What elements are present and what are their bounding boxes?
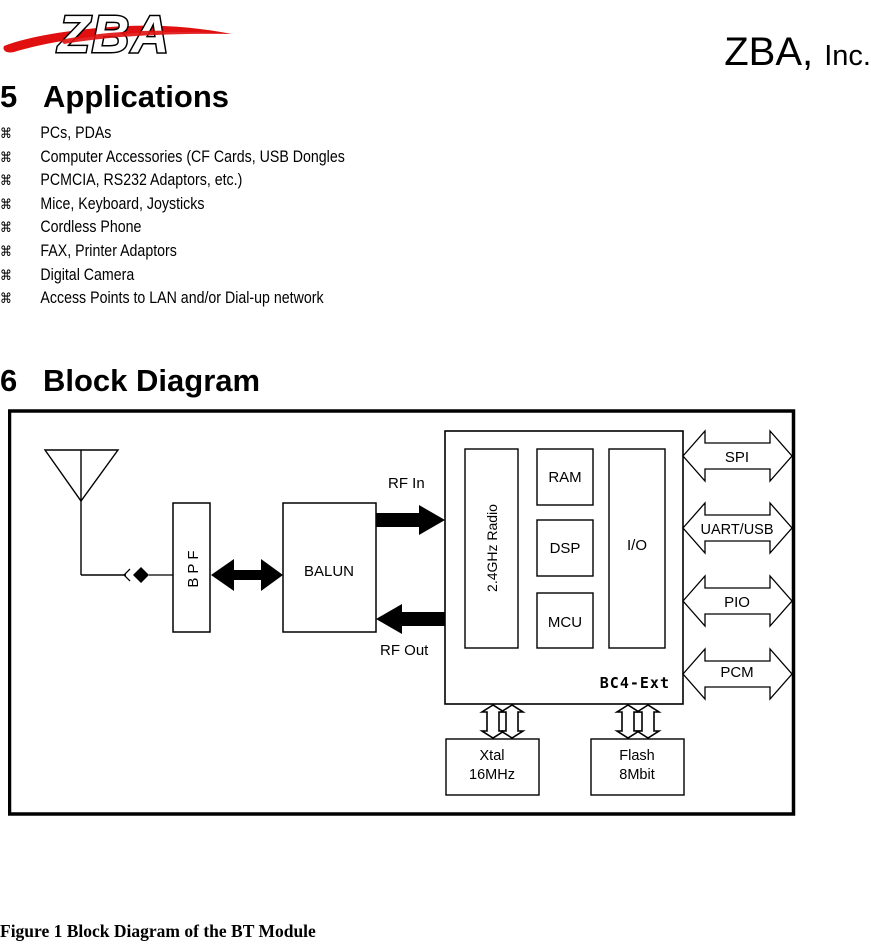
zba-logo: ZBA [3, 5, 233, 62]
list-item-text: Computer Accessories (CF Cards, USB Dong… [40, 147, 345, 166]
block-diagram: BPF BALUN RF In RF Out 2.4GHz Radio RAM … [8, 409, 796, 816]
bpf-label: BPF [185, 546, 202, 587]
list-item-text: FAX, Printer Adaptors [40, 241, 177, 260]
command-bullet-icon: ⌘ [0, 126, 13, 142]
command-bullet-icon: ⌘ [0, 267, 13, 284]
list-item-text: Mice, Keyboard, Joysticks [40, 194, 205, 213]
chip-label: BC4-Ext [600, 674, 670, 692]
command-bullet-icon: ⌘ [0, 196, 13, 213]
command-bullet-icon: ⌘ [0, 243, 13, 260]
list-item: ⌘ FAX, Printer Adaptors [0, 240, 345, 264]
command-bullet-icon: ⌘ [0, 220, 13, 237]
applications-heading: 5 Applications [0, 80, 229, 114]
section-title: Block Diagram [43, 363, 261, 398]
radio-label: 2.4GHz Radio [484, 504, 500, 592]
list-item-text: Cordless Phone [40, 218, 142, 237]
list-item-text: Access Points to LAN and/or Dial-up netw… [40, 289, 324, 308]
rf-in-label: RF In [388, 475, 425, 492]
list-item-text: Digital Camera [40, 265, 135, 284]
uart-usb-label: UART/USB [700, 522, 773, 538]
rf-out-label: RF Out [380, 642, 429, 659]
list-item: ⌘ PCs, PDAs [0, 122, 345, 146]
spi-label: SPI [725, 449, 749, 466]
list-item: ⌘ Digital Camera [0, 264, 345, 288]
list-item: ⌘ Cordless Phone [0, 216, 345, 240]
flash-label-line1: Flash [619, 748, 654, 764]
command-bullet-icon: ⌘ [0, 173, 13, 190]
command-bullet-icon: ⌘ [0, 149, 13, 166]
list-item: ⌘ PCMCIA, RS232 Adaptors, etc.) [0, 169, 345, 193]
pcm-label: PCM [720, 664, 753, 681]
command-bullet-icon: ⌘ [0, 291, 13, 308]
ram-label: RAM [548, 469, 581, 486]
company-name-suffix: Inc. [824, 40, 871, 72]
figure-caption: Figure 1 Block Diagram of the BT Module [0, 921, 316, 941]
dsp-label: DSP [550, 540, 581, 557]
mcu-label: MCU [548, 614, 582, 631]
section-number: 6 [0, 363, 18, 398]
xtal-label-line1: Xtal [480, 748, 505, 764]
list-item: ⌘ Access Points to LAN and/or Dial-up net… [0, 287, 345, 311]
flash-label-line2: 8Mbit [619, 767, 654, 783]
company-name-main: ZBA, [724, 30, 814, 74]
list-item-text: PCs, PDAs [40, 124, 112, 142]
section-number: 5 [0, 79, 18, 114]
balun-label: BALUN [304, 563, 354, 580]
list-item: ⌘ Computer Accessories (CF Cards, USB Don… [0, 146, 345, 170]
applications-list: ⌘ PCs, PDAs ⌘ Computer Accessories (CF Car… [0, 122, 401, 311]
pio-label: PIO [724, 594, 750, 611]
list-item: ⌘ Mice, Keyboard, Joysticks [0, 193, 345, 217]
block-diagram-heading: 6 Block Diagram [0, 364, 260, 398]
company-name: ZBA, Inc. [724, 30, 871, 78]
xtal-label-line2: 16MHz [469, 767, 515, 783]
list-item-text: PCMCIA, RS232 Adaptors, etc.) [40, 171, 243, 190]
section-title: Applications [43, 79, 230, 114]
io-label: I/O [627, 537, 647, 554]
